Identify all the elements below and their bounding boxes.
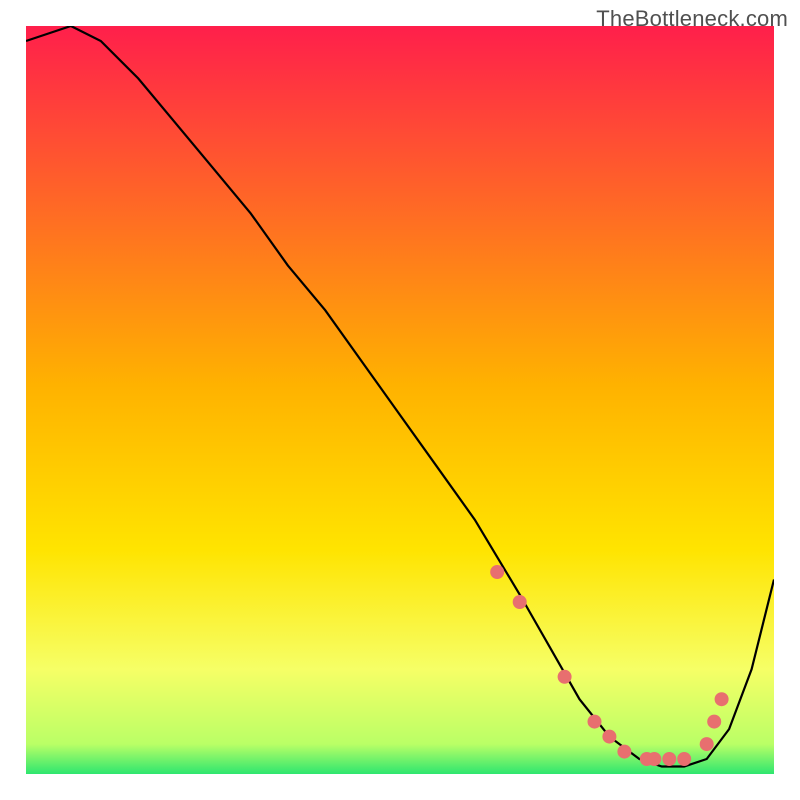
valley-marker xyxy=(602,730,616,744)
valley-marker xyxy=(647,752,661,766)
valley-marker xyxy=(662,752,676,766)
valley-marker xyxy=(677,752,691,766)
valley-marker xyxy=(707,715,721,729)
valley-marker xyxy=(617,745,631,759)
valley-marker xyxy=(513,595,527,609)
bottleneck-chart xyxy=(26,26,774,774)
valley-marker xyxy=(490,565,504,579)
watermark-label: TheBottleneck.com xyxy=(596,6,788,32)
valley-marker xyxy=(715,692,729,706)
gradient-background xyxy=(26,26,774,774)
valley-marker xyxy=(558,670,572,684)
valley-marker xyxy=(700,737,714,751)
valley-marker xyxy=(588,715,602,729)
chart-svg xyxy=(26,26,774,774)
